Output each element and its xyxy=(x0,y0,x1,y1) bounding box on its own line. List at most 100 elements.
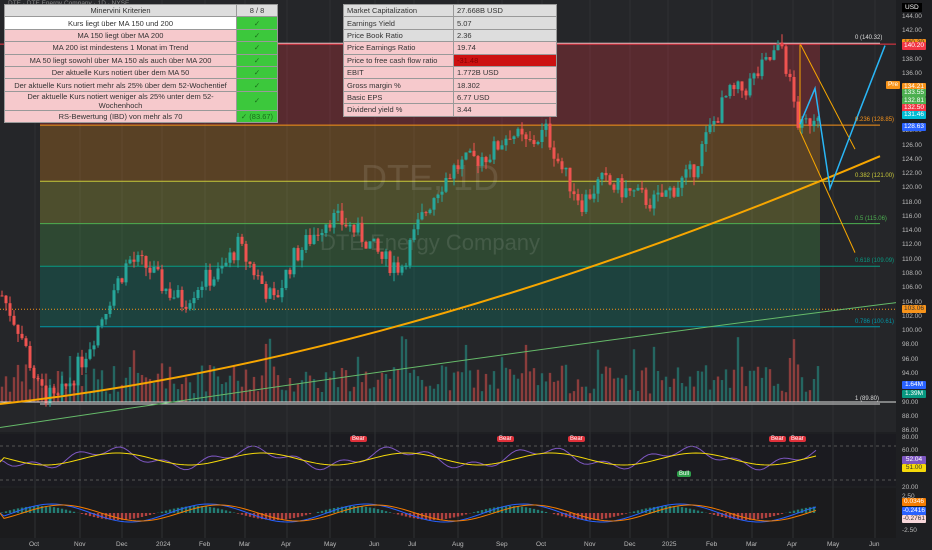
macd-histogram-bar xyxy=(368,507,372,513)
macd-histogram-bar xyxy=(708,513,712,514)
candle xyxy=(172,297,176,299)
volume-bar xyxy=(476,369,480,402)
price-tick: 102.00 xyxy=(902,312,922,320)
candle xyxy=(256,275,260,277)
time-tick: Jul xyxy=(408,541,417,548)
volume-bar xyxy=(788,357,792,402)
volume-bar xyxy=(424,386,428,402)
volume-bar xyxy=(572,391,576,402)
macd-histogram-bar xyxy=(400,513,404,516)
macd-histogram-bar xyxy=(764,513,768,518)
candle xyxy=(336,210,340,213)
candle xyxy=(732,85,736,90)
volume-bar xyxy=(536,385,540,402)
volume-bar xyxy=(196,372,200,402)
candle xyxy=(24,338,28,346)
volume-bar xyxy=(408,372,412,402)
volume-bar xyxy=(640,370,644,402)
volume-bar xyxy=(756,366,760,402)
candle xyxy=(208,269,212,286)
macd-histogram-bar xyxy=(552,513,556,515)
candle xyxy=(616,178,620,190)
price-tick: 138.00 xyxy=(902,55,922,63)
macd-histogram-bar xyxy=(544,511,548,513)
candle xyxy=(268,288,272,299)
candle xyxy=(164,288,168,291)
volume-bar xyxy=(252,376,256,402)
price-tick: 126.00 xyxy=(902,141,922,149)
macd-histogram-bar xyxy=(192,506,196,513)
macd-histogram-bar xyxy=(352,506,356,513)
candle xyxy=(216,268,220,280)
volume-bar xyxy=(216,376,220,402)
macd-histogram-bar xyxy=(460,513,464,516)
volume-bar xyxy=(380,372,384,402)
fundamental-row: Price to free cash flow ratio -31.48 xyxy=(343,53,557,67)
price-tick: 108.00 xyxy=(902,270,922,278)
criterion-label: Kurs liegt über MA 150 und 200 xyxy=(4,16,237,30)
minervini-row: Der aktuelle Kurs notiert mehr als 25% ü… xyxy=(4,78,278,92)
candle xyxy=(424,212,428,214)
macd-histogram-bar xyxy=(292,513,296,519)
candle xyxy=(584,194,588,212)
volume-bar xyxy=(784,392,788,402)
candle xyxy=(500,145,504,150)
criterion-label: MA 50 liegt sowohl über MA 150 als auch … xyxy=(4,53,237,67)
volume-bar xyxy=(396,370,400,402)
candle xyxy=(304,235,308,250)
rsi-ma-tag: 51.00 xyxy=(902,464,926,472)
volume-bar xyxy=(680,382,684,402)
volume-bar xyxy=(752,370,756,402)
volume-bar xyxy=(508,369,512,402)
candle xyxy=(508,138,512,140)
macd-histogram-bar xyxy=(692,509,696,513)
candle xyxy=(484,157,488,163)
candle xyxy=(640,187,644,190)
volume-bar xyxy=(116,391,120,402)
volume-bar xyxy=(164,388,168,402)
volume-bar xyxy=(532,368,536,402)
candle xyxy=(696,166,700,178)
bull-divergence-label: Bull xyxy=(677,471,692,477)
macd-histogram-bar xyxy=(88,513,92,517)
candle xyxy=(364,241,368,249)
candle xyxy=(636,187,640,191)
macd-histogram-bar xyxy=(596,513,600,520)
candle xyxy=(376,238,380,252)
candle xyxy=(432,198,436,210)
candle xyxy=(420,212,424,220)
volume-bar xyxy=(444,366,448,402)
macd-histogram-bar xyxy=(556,513,560,516)
volume-bar xyxy=(724,369,728,402)
volume-bar xyxy=(804,391,808,402)
candle xyxy=(104,313,108,320)
candle xyxy=(4,295,8,304)
bear-divergence-label: Bear xyxy=(568,436,585,442)
metric-label: Price Book Ratio xyxy=(343,28,454,43)
macd-histogram-bar xyxy=(60,508,64,513)
candle xyxy=(384,251,388,259)
bear-divergence-label: Bear xyxy=(350,436,367,442)
volume-bar xyxy=(128,367,132,402)
volume-bar xyxy=(16,364,20,402)
volume-bar xyxy=(236,380,240,402)
candle xyxy=(448,177,452,179)
volume-bar xyxy=(708,389,712,402)
volume-bar xyxy=(356,356,360,402)
criterion-label: MA 150 liegt über MA 200 xyxy=(4,28,237,43)
volume-bar xyxy=(368,388,372,402)
candle xyxy=(152,266,156,273)
macd-histogram-bar xyxy=(444,513,448,519)
metric-value: 3.44 xyxy=(453,103,557,117)
macd-histogram-bar xyxy=(136,513,140,518)
time-tick: Apr xyxy=(281,541,292,548)
candle xyxy=(212,279,216,286)
time-tick: Mar xyxy=(746,541,758,548)
minervini-table: Minervini Kriterien 8 / 8 Kurs liegt über… xyxy=(4,3,278,124)
macd-histogram-bar xyxy=(212,507,216,513)
candle xyxy=(416,219,420,230)
volume-bar xyxy=(132,350,136,402)
metric-label: Basic EPS xyxy=(343,90,454,105)
candle xyxy=(116,278,120,291)
criterion-label: RS-Bewertung (IBD) von mehr als 70 xyxy=(4,109,237,124)
